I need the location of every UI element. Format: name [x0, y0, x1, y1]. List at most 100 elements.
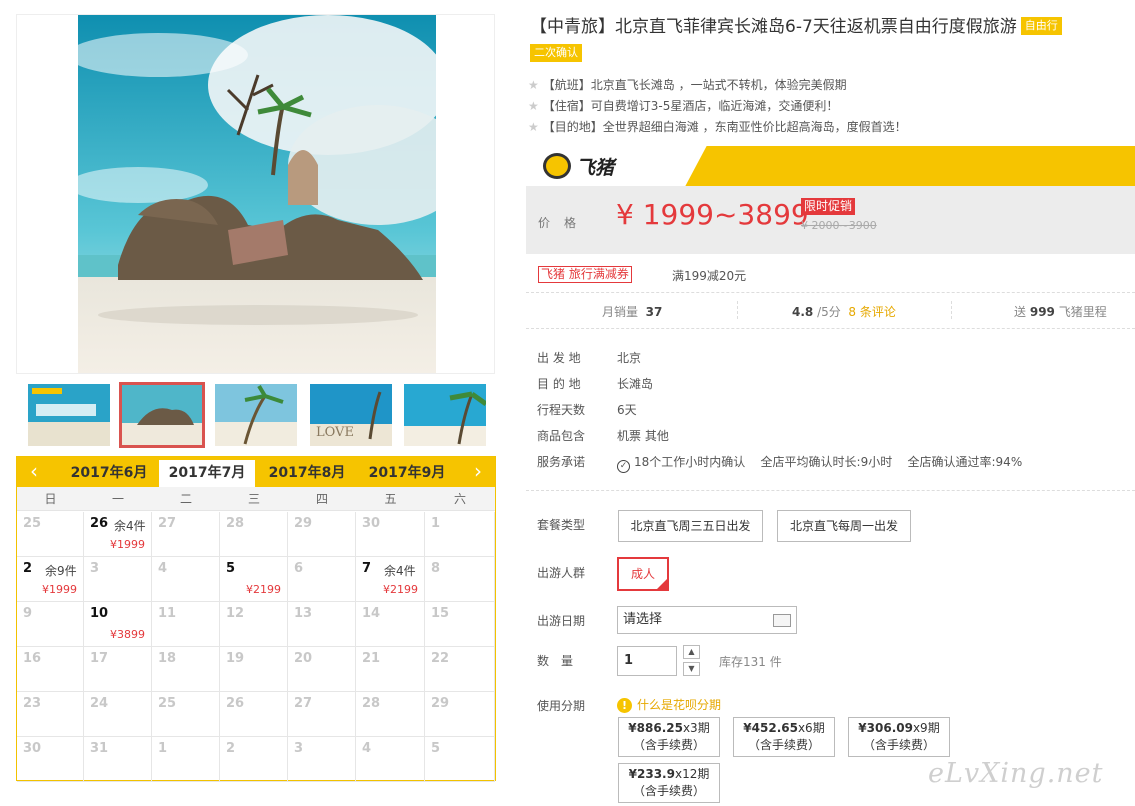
day-number: 29: [294, 516, 313, 531]
detail-label: 商品包含: [537, 429, 586, 443]
day-number: 29: [431, 696, 450, 711]
day-number: 2: [226, 741, 236, 756]
weekday-header: 日一二三四五六: [17, 487, 495, 511]
service-items: ✓ 18个工作小时内确认 全店平均确认时长:9小时 全店确认通过率:94%: [617, 453, 1022, 473]
day-number: 21: [362, 651, 381, 666]
month-tab-3[interactable]: 2017年8月: [259, 460, 355, 487]
product-title: 【中青旅】北京直飞菲律宾长滩岛6-7天往返机票自由行度假旅游 自由行: [530, 14, 1130, 40]
stock-text: 库存131 件: [719, 655, 782, 669]
day-number: 4: [362, 741, 372, 756]
detail-label: 出 发 地: [537, 351, 581, 365]
original-price: ¥ 2000~3900: [801, 219, 877, 232]
day-stock: 余9件: [45, 564, 77, 578]
installment-option-9[interactable]: ¥306.09x9期 （含手续费）: [848, 717, 950, 757]
main-product-image: [16, 14, 495, 374]
day-number: 20: [294, 651, 313, 666]
day-number: 5: [431, 741, 441, 756]
star-icon: ★: [528, 99, 539, 113]
next-month-arrow-icon[interactable]: ›: [461, 457, 495, 487]
quantity-up-icon[interactable]: ▲: [683, 645, 700, 659]
day-number: 9: [23, 606, 33, 621]
price-box: 价格 ¥ 1999~3899 限时促销 ¥ 2000~3900: [526, 186, 1135, 254]
calendar-day: 22: [425, 647, 495, 692]
day-number: 28: [226, 516, 245, 531]
month-tab-2[interactable]: 2017年7月: [159, 460, 255, 487]
calendar-day: 25: [152, 692, 220, 737]
thumbnail-strip: LOVE: [16, 378, 495, 450]
day-number: 26: [226, 696, 245, 711]
day-number: 22: [431, 651, 450, 666]
installment-help[interactable]: ! 什么是花呗分期: [617, 696, 721, 713]
installment-option-3[interactable]: ¥886.25x3期 （含手续费）: [618, 717, 720, 757]
calendar-day: 16: [17, 647, 84, 692]
day-price: ¥1999: [110, 538, 145, 551]
quantity-down-icon[interactable]: ▼: [683, 662, 700, 676]
package-option-2[interactable]: 北京直飞每周一出发: [777, 510, 911, 542]
day-number: 13: [294, 606, 313, 621]
day-number: 3: [90, 561, 100, 576]
day-stock: 余4件: [114, 519, 146, 533]
feature-hotel-text: 【住宿】可自费增订3-5星酒店，临近海滩，交通便利！: [542, 99, 839, 113]
calendar-day: 3: [84, 557, 152, 602]
day-number: 31: [90, 741, 109, 756]
thumbnail-4[interactable]: LOVE: [310, 384, 392, 446]
departure-calendar: ‹ 2017年6月 2017年7月 2017年8月 2017年9月 › 日 一 二 三…: [16, 456, 496, 782]
calendar-day: 19: [220, 647, 288, 692]
month-tab-1[interactable]: 2017年6月: [61, 460, 157, 487]
calendar-day: 4: [356, 737, 425, 782]
thumbnail-5[interactable]: [404, 384, 486, 446]
installment-label: 使用分期: [537, 699, 586, 713]
calendar-day: 2: [220, 737, 288, 782]
day-price: ¥3899: [110, 628, 145, 641]
calendar-day: 30: [356, 512, 425, 557]
calendar-day: 12: [220, 602, 288, 647]
installment-option-6[interactable]: ¥452.65x6期 （含手续费）: [733, 717, 835, 757]
calendar-day: 4: [152, 557, 220, 602]
beach-rock-photo: [78, 15, 436, 373]
prev-month-arrow-icon[interactable]: ‹: [17, 457, 51, 487]
coupon-tag[interactable]: 飞猪 旅行满减券: [538, 266, 632, 283]
quantity-input[interactable]: 1: [617, 646, 677, 676]
watermark: eLvXing.net: [928, 758, 1104, 789]
day-price: ¥2199: [383, 583, 418, 596]
current-price: ¥ 1999~3899: [616, 198, 809, 231]
calendar-grid: 25 26 余4件 ¥1999 27 28 29 30 1 2 余9件 ¥1999 3 4 5 ¥2199 6 7…: [17, 512, 495, 782]
package-option-1[interactable]: 北京直飞周三五日出发: [618, 510, 763, 542]
travel-date-input[interactable]: 请选择: [617, 606, 797, 634]
thumbnail-3[interactable]: [215, 384, 297, 446]
service-label: 服务承诺: [537, 455, 586, 469]
calendar-day: 5: [425, 737, 495, 782]
miles-reward: 送 999 飞猪里程: [1014, 305, 1107, 319]
month-tab-4[interactable]: 2017年9月: [359, 460, 455, 487]
calendar-day: 20: [288, 647, 356, 692]
calendar-day-available[interactable]: 7 余4件 ¥2199: [356, 557, 425, 602]
thumbnail-1[interactable]: [28, 384, 110, 446]
calendar-day: 14: [356, 602, 425, 647]
day-number: 23: [23, 696, 42, 711]
star-icon: ★: [528, 78, 539, 92]
calendar-day-available[interactable]: 26 余4件 ¥1999: [84, 512, 152, 557]
day-number: 25: [23, 516, 42, 531]
thumbnail-2-selected[interactable]: [119, 382, 205, 448]
price-label: 价格: [538, 216, 591, 230]
installment-option-12[interactable]: ¥233.9x12期 （含手续费）: [618, 763, 720, 803]
feature-hotel: ★ 【住宿】可自费增订3-5星酒店，临近海滩，交通便利！: [528, 97, 838, 114]
quantity-label: 数 量: [537, 654, 574, 668]
calendar-day: 6: [288, 557, 356, 602]
day-number: 8: [431, 561, 441, 576]
calendar-day-available[interactable]: 10 ¥3899: [84, 602, 152, 647]
feature-destination: ★ 【目的地】全世界超细白海滩 ，东南亚性价比超高海岛，度假首选！: [528, 118, 907, 135]
day-number: 28: [362, 696, 381, 711]
calendar-day: 27: [288, 692, 356, 737]
day-number: 7: [362, 561, 372, 576]
calendar-day: 13: [288, 602, 356, 647]
calendar-day: 1: [152, 737, 220, 782]
day-number: 6: [294, 561, 304, 576]
weekday-label: 三: [247, 492, 260, 506]
review-count-link[interactable]: 8 条评论: [848, 305, 895, 319]
day-number: 3: [294, 741, 304, 756]
calendar-day-available[interactable]: 5 ¥2199: [220, 557, 288, 602]
detail-label: 行程天数: [537, 403, 586, 417]
calendar-day-available[interactable]: 2 余9件 ¥1999: [17, 557, 84, 602]
traveler-adult-option[interactable]: 成人: [617, 557, 669, 591]
